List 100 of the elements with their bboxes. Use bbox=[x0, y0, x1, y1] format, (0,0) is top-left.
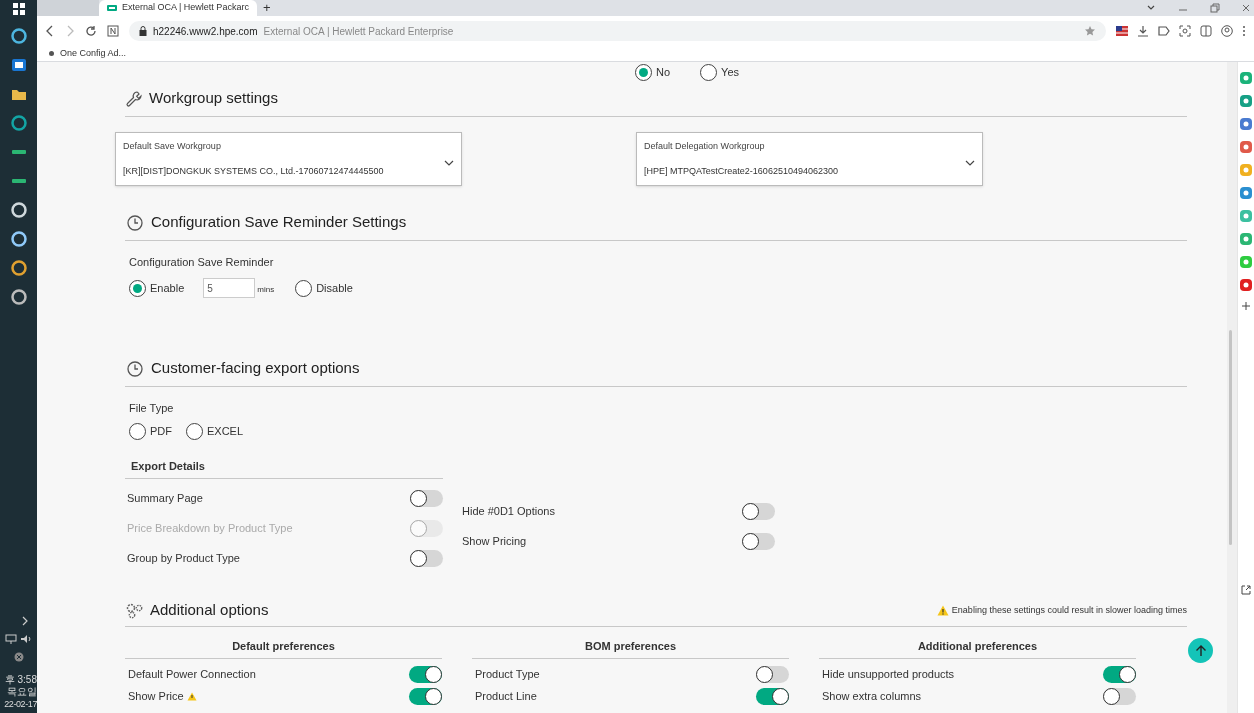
speaker-icon[interactable] bbox=[20, 634, 32, 644]
minutes-input[interactable]: 5 bbox=[203, 278, 256, 298]
restore-icon[interactable] bbox=[1210, 3, 1220, 13]
close-icon[interactable] bbox=[13, 652, 24, 662]
tab-title: External OCA | Hewlett Packarc bbox=[122, 1, 249, 15]
option-label: Group by Product Type bbox=[127, 550, 240, 566]
page-title-text: External OCA | Hewlett Packard Enterprise bbox=[263, 24, 454, 39]
dot-icon bbox=[49, 51, 54, 56]
option-label: Hide unsupported products bbox=[822, 666, 955, 682]
more-icon[interactable] bbox=[1242, 25, 1246, 37]
toggle-switch[interactable] bbox=[410, 489, 443, 507]
clock-icon bbox=[126, 359, 144, 378]
option-label: Product Type bbox=[475, 666, 540, 682]
radio-option[interactable]: No bbox=[635, 64, 671, 81]
tag-icon[interactable] bbox=[1158, 25, 1170, 37]
radio-option[interactable]: Disable bbox=[295, 279, 353, 297]
star-icon[interactable] bbox=[1084, 25, 1096, 37]
bookmark[interactable]: One Config Ad... bbox=[49, 46, 127, 61]
toggle-switch[interactable] bbox=[409, 665, 442, 683]
plus-icon[interactable] bbox=[1242, 302, 1250, 310]
lock-icon bbox=[139, 26, 147, 36]
radio-button[interactable] bbox=[129, 279, 146, 297]
warning-icon bbox=[936, 605, 949, 616]
toggle-switch[interactable] bbox=[756, 665, 789, 683]
clock-icon bbox=[126, 213, 144, 232]
scrollbar-thumb[interactable] bbox=[1229, 330, 1232, 545]
dropdown-field[interactable]: Default Save Workgroup [KR][DIST]DONGKUK SYSTEMS CO., Ltd.-17060712474445500 bbox=[115, 132, 462, 186]
flag-icon[interactable] bbox=[1116, 25, 1128, 37]
subsection-title: Export Details bbox=[131, 459, 205, 475]
back-icon[interactable] bbox=[45, 25, 55, 37]
app-icon[interactable] bbox=[1240, 187, 1252, 199]
option-label: Product Line bbox=[475, 688, 537, 704]
close-icon[interactable] bbox=[1242, 4, 1250, 12]
app-icon[interactable] bbox=[1240, 118, 1252, 130]
radio-option[interactable]: PDF bbox=[129, 422, 172, 440]
warning-text: Enabling these settings could result in slower loading times bbox=[951, 603, 1187, 617]
section-title: Workgroup settings bbox=[149, 88, 278, 109]
column-heading: Default preferences bbox=[232, 639, 335, 655]
chevron-right-icon[interactable] bbox=[21, 616, 29, 626]
clock-text: 22-02-17 bbox=[4, 698, 37, 710]
toggle-switch[interactable] bbox=[742, 502, 775, 520]
option-label: Show Pricing bbox=[462, 533, 527, 549]
active-tab[interactable]: External OCA | Hewlett Packarc bbox=[99, 0, 257, 16]
mail-icon[interactable] bbox=[10, 57, 27, 73]
toggle-switch[interactable] bbox=[1103, 665, 1136, 683]
split-view-icon[interactable] bbox=[1200, 25, 1212, 37]
url-text: h22246.www2.hpe.com bbox=[153, 24, 258, 39]
download-icon[interactable] bbox=[1137, 25, 1149, 37]
app-icon[interactable] bbox=[10, 28, 27, 44]
section-title: Additional options bbox=[150, 600, 269, 621]
clock-text: 후 3:58 bbox=[4, 674, 37, 686]
reload-icon[interactable] bbox=[85, 25, 97, 37]
network-icon[interactable] bbox=[5, 634, 17, 644]
toggle-switch[interactable] bbox=[756, 687, 789, 705]
toggle-switch[interactable] bbox=[409, 687, 442, 705]
radio-button[interactable] bbox=[129, 422, 146, 440]
bookmark-label: One Config Ad... bbox=[60, 46, 127, 60]
toggle-switch[interactable] bbox=[742, 532, 775, 550]
app-icon[interactable] bbox=[1240, 95, 1252, 107]
radio-button[interactable] bbox=[295, 279, 313, 297]
external-link-icon[interactable] bbox=[1241, 585, 1251, 595]
arrow-up-icon bbox=[1194, 644, 1207, 657]
windows-icon[interactable] bbox=[12, 3, 25, 15]
tab-favicon-icon bbox=[107, 5, 117, 11]
radio-option[interactable]: Yes bbox=[700, 64, 739, 81]
gears-icon bbox=[125, 602, 144, 619]
circle-icon[interactable] bbox=[10, 115, 27, 131]
toggle-switch[interactable] bbox=[1103, 687, 1136, 705]
new-tab-button[interactable]: + bbox=[256, 1, 277, 15]
field-label: Configuration Save Reminder bbox=[129, 255, 275, 270]
option-label: Show extra columns bbox=[822, 688, 922, 704]
radio-button[interactable] bbox=[700, 64, 718, 81]
scroll-top-button[interactable] bbox=[1188, 638, 1213, 663]
dropdown-label: Default Delegation Workgroup bbox=[644, 140, 766, 153]
option-label: Show Price bbox=[128, 688, 184, 704]
chevron-down-icon[interactable] bbox=[1146, 4, 1156, 12]
dropdown-label: Default Save Workgroup bbox=[123, 140, 222, 153]
option-label: Summary Page bbox=[127, 490, 203, 506]
option-label: Default Power Connection bbox=[128, 666, 256, 682]
profile-icon[interactable] bbox=[1221, 25, 1233, 37]
screenshot-icon[interactable] bbox=[1179, 25, 1191, 37]
column-heading: BOM preferences bbox=[584, 639, 677, 655]
address-bar[interactable]: h22246.www2.hpe.com External OCA | Hewlett Packard Enterprise bbox=[129, 21, 1106, 41]
page-icon[interactable] bbox=[107, 25, 119, 37]
unit-label: mins bbox=[257, 283, 275, 296]
dropdown-field[interactable]: Default Delegation Workgroup [HPE] MTPQATestCreate2-16062510494062300 bbox=[636, 132, 983, 186]
radio-button[interactable] bbox=[635, 64, 652, 81]
option-label: Hide #0D1 Options bbox=[462, 503, 555, 519]
app-icon[interactable] bbox=[1240, 279, 1252, 291]
clock-text: 목요일 bbox=[7, 686, 37, 698]
radio-button[interactable] bbox=[186, 422, 203, 440]
field-label: File Type bbox=[129, 401, 175, 416]
option-label: Price Breakdown by Product Type bbox=[127, 520, 293, 536]
dropdown-value: [HPE] MTPQATestCreate2-16062510494062300 bbox=[644, 164, 839, 178]
toggle-switch[interactable] bbox=[410, 549, 443, 567]
app-icon[interactable] bbox=[1240, 141, 1252, 153]
radio-option[interactable]: EXCEL bbox=[186, 422, 244, 440]
radio-option[interactable]: Enable bbox=[129, 279, 185, 297]
column-heading: Additional preferences bbox=[917, 639, 1038, 655]
app-icon[interactable] bbox=[1240, 72, 1252, 84]
